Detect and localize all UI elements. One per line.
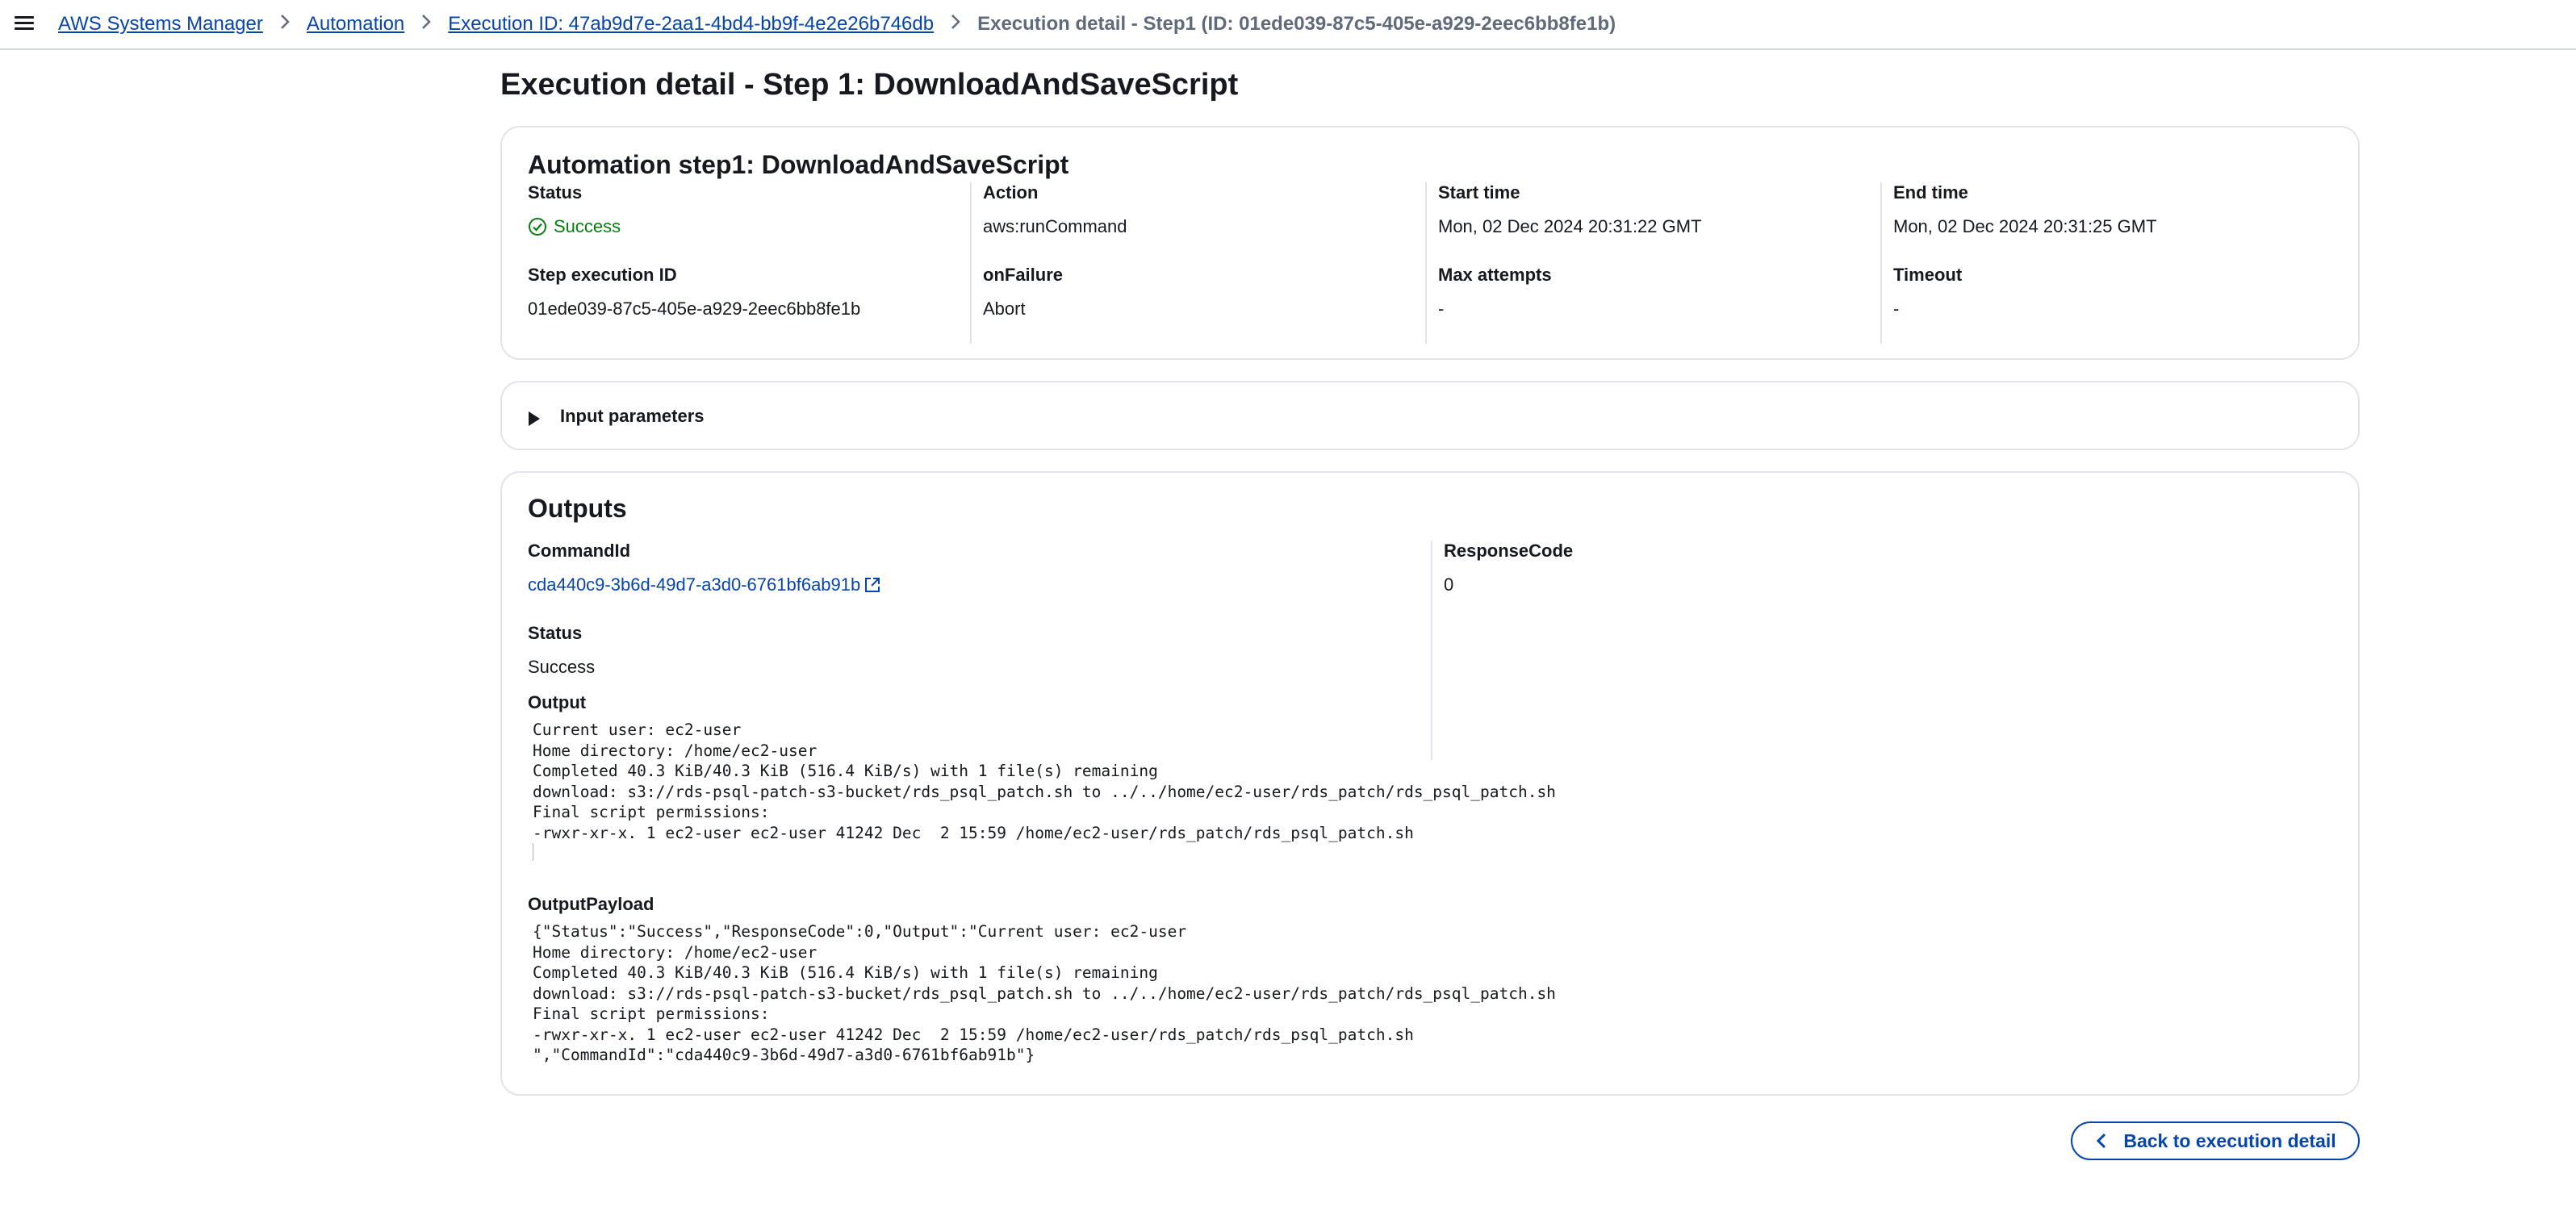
outputs-title: Outputs xyxy=(528,494,627,523)
output-payload-textarea[interactable]: {"Status":"Success","ResponseCode":0,"Ou… xyxy=(533,921,1556,1066)
column-action: Action aws:runCommand onFailure Abort xyxy=(970,182,1425,344)
status-value: Success xyxy=(528,216,621,237)
breadcrumb-execution-id[interactable]: Execution ID: 47ab9d7e-2aa1-4bd4-bb9f-4e… xyxy=(448,13,934,36)
breadcrumb-automation[interactable]: Automation xyxy=(307,13,404,36)
column-start-time: Start time Mon, 02 Dec 2024 20:31:22 GMT… xyxy=(1425,182,1880,344)
output-label: Output xyxy=(528,692,587,712)
breadcrumb-systems-manager[interactable]: AWS Systems Manager xyxy=(58,13,263,36)
command-id-text: cda440c9-3b6d-49d7-a3d0-6761bf6ab91b xyxy=(528,574,861,595)
response-code-value: 0 xyxy=(1444,574,1454,595)
command-id-label: CommandId xyxy=(528,541,631,561)
status-label: Status xyxy=(528,182,583,203)
breadcrumb-current: Execution detail - Step1 (ID: 01ede039-8… xyxy=(977,13,1616,35)
output-payload-label: OutputPayload xyxy=(528,894,654,914)
output-textarea[interactable]: Current user: ec2-user Home directory: /… xyxy=(533,720,1556,861)
chevron-left-icon xyxy=(2097,1133,2106,1149)
end-time-value: Mon, 02 Dec 2024 20:31:25 GMT xyxy=(1893,216,2157,236)
max-attempts-value: - xyxy=(1438,299,1445,319)
command-id-field: CommandId cda440c9-3b6d-49d7-a3d0-6761bf… xyxy=(528,541,881,595)
timeout-value: - xyxy=(1893,299,1900,319)
column-end-time: End time Mon, 02 Dec 2024 20:31:25 GMT T… xyxy=(1880,182,2336,344)
action-value: aws:runCommand xyxy=(983,216,1127,236)
output-payload-text: {"Status":"Success","ResponseCode":0,"Ou… xyxy=(533,922,1556,1064)
input-parameters-label: Input parameters xyxy=(560,406,705,426)
max-attempts-field: Max attempts - xyxy=(1438,265,1552,320)
on-failure-label: onFailure xyxy=(983,265,1064,285)
status-field: Status Success xyxy=(528,182,621,237)
response-code-field: ResponseCode 0 xyxy=(1444,541,1573,595)
chevron-right-icon xyxy=(950,13,961,36)
external-link-icon xyxy=(865,578,880,592)
action-field: Action aws:runCommand xyxy=(983,182,1127,237)
start-time-field: Start time Mon, 02 Dec 2024 20:31:22 GMT xyxy=(1438,182,1702,237)
on-failure-field: onFailure Abort xyxy=(983,265,1063,320)
step-details-card: Automation step1: DownloadAndSaveScript … xyxy=(500,126,2360,360)
output-status-field: Status Success xyxy=(528,623,595,678)
end-time-label: End time xyxy=(1893,182,1968,203)
command-id-value: cda440c9-3b6d-49d7-a3d0-6761bf6ab91b xyxy=(528,574,881,595)
start-time-label: Start time xyxy=(1438,182,1520,203)
start-time-value: Mon, 02 Dec 2024 20:31:22 GMT xyxy=(1438,216,1702,236)
caret-right-icon xyxy=(529,411,540,426)
step-details-grid: Status Success Step execution ID 01ede03… xyxy=(528,182,2336,344)
max-attempts-label: Max attempts xyxy=(1438,265,1552,285)
chevron-right-icon xyxy=(420,13,432,36)
menu-icon[interactable] xyxy=(15,13,34,32)
action-label: Action xyxy=(983,182,1039,203)
output-payload-section: OutputPayload {"Status":"Success","Respo… xyxy=(528,894,1556,1066)
outputs-right-column: ResponseCode 0 xyxy=(1431,541,2336,760)
outputs-card: Outputs CommandId cda440c9-3b6d-49d7-a3d… xyxy=(500,471,2360,1096)
timeout-label: Timeout xyxy=(1893,265,1963,285)
step-execution-id-label: Step execution ID xyxy=(528,265,677,285)
status-text: Success xyxy=(554,216,621,236)
back-to-execution-detail-button[interactable]: Back to execution detail xyxy=(2071,1121,2360,1160)
step-details-title: Automation step1: DownloadAndSaveScript xyxy=(528,150,1069,179)
output-status-value: Success xyxy=(528,657,596,677)
output-status-label: Status xyxy=(528,623,583,643)
end-time-field: End time Mon, 02 Dec 2024 20:31:25 GMT xyxy=(1893,182,2157,237)
on-failure-value: Abort xyxy=(983,299,1026,319)
timeout-field: Timeout - xyxy=(1893,265,1962,320)
input-parameters-card: Input parameters xyxy=(500,381,2360,450)
chevron-right-icon xyxy=(279,13,291,36)
response-code-label: ResponseCode xyxy=(1444,541,1574,561)
step-execution-id-field: Step execution ID 01ede039-87c5-405e-a92… xyxy=(528,265,860,320)
breadcrumb: AWS Systems Manager Automation Execution… xyxy=(58,0,1616,48)
step-execution-id-value: 01ede039-87c5-405e-a929-2eec6bb8fe1b xyxy=(528,299,861,319)
back-button-label: Back to execution detail xyxy=(2123,1130,2336,1151)
column-status: Status Success Step execution ID 01ede03… xyxy=(528,182,970,344)
page-title: Execution detail - Step 1: DownloadAndSa… xyxy=(500,68,1239,102)
command-id-link[interactable]: cda440c9-3b6d-49d7-a3d0-6761bf6ab91b xyxy=(528,574,881,595)
output-section: Output Current user: ec2-user Home direc… xyxy=(528,692,1556,861)
input-parameters-toggle[interactable]: Input parameters xyxy=(526,405,705,428)
output-text: Current user: ec2-user Home directory: /… xyxy=(533,720,1556,842)
top-navigation-bar: AWS Systems Manager Automation Execution… xyxy=(0,0,2576,50)
success-check-icon xyxy=(529,218,546,236)
